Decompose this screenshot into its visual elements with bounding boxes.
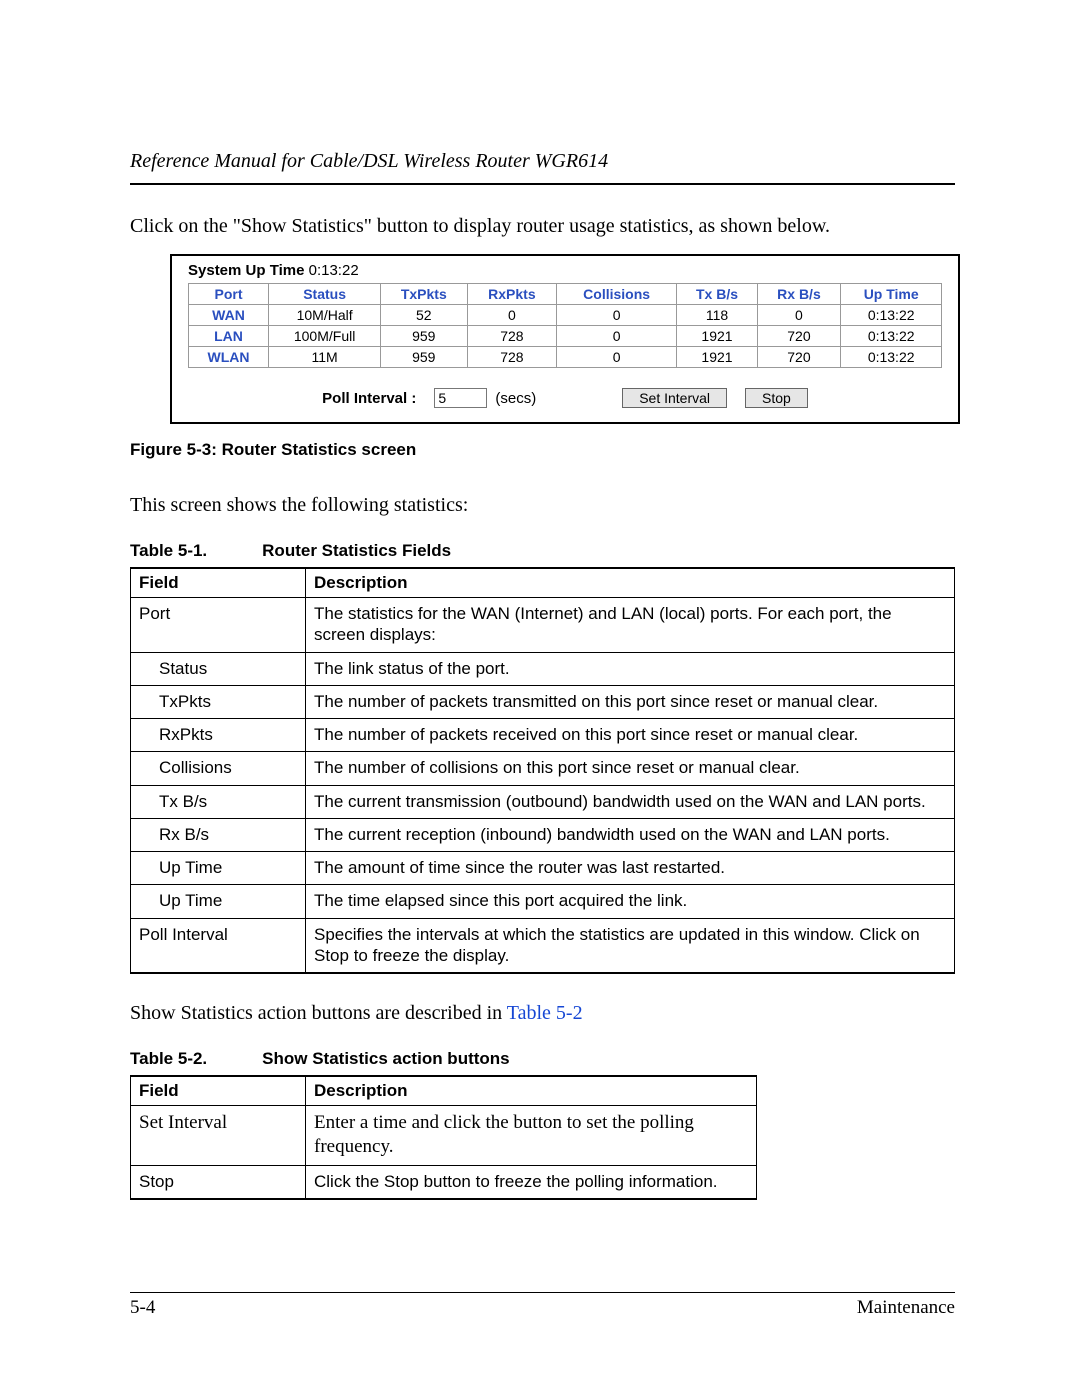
- table-5-1-caption: Table 5-1.Router Statistics Fields: [130, 541, 955, 561]
- desc-cell: The current transmission (outbound) band…: [306, 785, 955, 818]
- col-uptime: Up Time: [841, 284, 942, 305]
- desc-cell: The current reception (inbound) bandwidt…: [306, 818, 955, 851]
- set-interval-button[interactable]: Set Interval: [622, 388, 727, 408]
- table-row: CollisionsThe number of collisions on th…: [131, 752, 955, 785]
- table-row: Set IntervalEnter a time and click the b…: [131, 1106, 757, 1166]
- field-cell: Tx B/s: [131, 785, 306, 818]
- cell-collisions: 0: [557, 347, 677, 368]
- t1-head-desc: Description: [306, 568, 955, 598]
- stats-row: WLAN11M959728019217200:13:22: [188, 347, 942, 368]
- desc-cell: Click the Stop button to freeze the poll…: [306, 1165, 757, 1199]
- paragraph-2: This screen shows the following statisti…: [130, 492, 955, 519]
- cell-port: WLAN: [188, 347, 269, 368]
- stats-row: WAN10M/Half520011800:13:22: [188, 305, 942, 326]
- cell-txbs: 118: [677, 305, 758, 326]
- paragraph-3: Show Statistics action buttons are descr…: [130, 1000, 955, 1027]
- desc-cell: Specifies the intervals at which the sta…: [306, 918, 955, 973]
- t2-head-desc: Description: [306, 1076, 757, 1106]
- desc-cell: The statistics for the WAN (Internet) an…: [306, 598, 955, 653]
- field-cell: Set Interval: [131, 1106, 306, 1166]
- table-5-2: Field Description Set IntervalEnter a ti…: [130, 1075, 757, 1200]
- table-row: RxPktsThe number of packets received on …: [131, 719, 955, 752]
- cell-rxpkts: 728: [467, 326, 556, 347]
- desc-cell: The number of packets received on this p…: [306, 719, 955, 752]
- cell-status: 10M/Half: [269, 305, 380, 326]
- cell-uptime: 0:13:22: [841, 347, 942, 368]
- desc-cell: The number of packets transmitted on thi…: [306, 685, 955, 718]
- t1-head-field: Field: [131, 568, 306, 598]
- table-5-2-link[interactable]: Table 5-2: [507, 1002, 583, 1024]
- cell-collisions: 0: [557, 305, 677, 326]
- field-cell: Poll Interval: [131, 918, 306, 973]
- field-cell: Status: [131, 652, 306, 685]
- cell-uptime: 0:13:22: [841, 305, 942, 326]
- table-5-2-caption: Table 5-2.Show Statistics action buttons: [130, 1049, 955, 1069]
- page-number: 5-4: [130, 1297, 155, 1319]
- cell-port: WAN: [188, 305, 269, 326]
- stop-button[interactable]: Stop: [745, 388, 808, 408]
- cell-port: LAN: [188, 326, 269, 347]
- table-row: Poll IntervalSpecifies the intervals at …: [131, 918, 955, 973]
- field-cell: Rx B/s: [131, 818, 306, 851]
- running-head: Reference Manual for Cable/DSL Wireless …: [130, 150, 955, 185]
- poll-interval-label: Poll Interval :: [322, 390, 416, 407]
- router-statistics-screenshot: System Up Time 0:13:22 Port Status TxPkt…: [170, 254, 960, 424]
- intro-paragraph: Click on the "Show Statistics" button to…: [130, 213, 955, 240]
- uptime-label: System Up Time: [188, 262, 304, 279]
- poll-controls: Poll Interval : (secs) Set Interval Stop: [176, 388, 954, 408]
- field-cell: Up Time: [131, 852, 306, 885]
- secs-label: (secs): [495, 390, 536, 407]
- cell-uptime: 0:13:22: [841, 326, 942, 347]
- table-row: TxPktsThe number of packets transmitted …: [131, 685, 955, 718]
- table-row: Rx B/sThe current reception (inbound) ba…: [131, 818, 955, 851]
- figure-caption: Figure 5-3: Router Statistics screen: [130, 440, 955, 460]
- table-row: StatusThe link status of the port.: [131, 652, 955, 685]
- field-cell: TxPkts: [131, 685, 306, 718]
- desc-cell: The time elapsed since this port acquire…: [306, 885, 955, 918]
- desc-cell: The link status of the port.: [306, 652, 955, 685]
- cell-status: 11M: [269, 347, 380, 368]
- cell-txpkts: 959: [380, 326, 467, 347]
- stats-table: Port Status TxPkts RxPkts Collisions Tx …: [188, 283, 943, 368]
- col-collisions: Collisions: [557, 284, 677, 305]
- cell-rxpkts: 0: [467, 305, 556, 326]
- cell-rxpkts: 728: [467, 347, 556, 368]
- cell-collisions: 0: [557, 326, 677, 347]
- field-cell: Port: [131, 598, 306, 653]
- cell-txpkts: 52: [380, 305, 467, 326]
- poll-interval-input[interactable]: [434, 388, 487, 408]
- field-cell: Up Time: [131, 885, 306, 918]
- stats-row: LAN100M/Full959728019217200:13:22: [188, 326, 942, 347]
- field-cell: RxPkts: [131, 719, 306, 752]
- col-rxbs: Rx B/s: [757, 284, 840, 305]
- field-cell: Stop: [131, 1165, 306, 1199]
- system-up-time: System Up Time 0:13:22: [176, 262, 954, 283]
- desc-cell: The number of collisions on this port si…: [306, 752, 955, 785]
- col-port: Port: [188, 284, 269, 305]
- col-rxpkts: RxPkts: [467, 284, 556, 305]
- page-footer: 5-4 Maintenance: [130, 1292, 955, 1319]
- table-row: PortThe statistics for the WAN (Internet…: [131, 598, 955, 653]
- cell-rxbs: 0: [757, 305, 840, 326]
- table-row: Tx B/sThe current transmission (outbound…: [131, 785, 955, 818]
- desc-cell: The amount of time since the router was …: [306, 852, 955, 885]
- cell-txbs: 1921: [677, 347, 758, 368]
- section-name: Maintenance: [857, 1297, 955, 1319]
- cell-status: 100M/Full: [269, 326, 380, 347]
- t2-head-field: Field: [131, 1076, 306, 1106]
- col-txbs: Tx B/s: [677, 284, 758, 305]
- cell-rxbs: 720: [757, 347, 840, 368]
- col-txpkts: TxPkts: [380, 284, 467, 305]
- table-row: Up TimeThe time elapsed since this port …: [131, 885, 955, 918]
- table-row: Up TimeThe amount of time since the rout…: [131, 852, 955, 885]
- desc-cell: Enter a time and click the button to set…: [306, 1106, 757, 1166]
- cell-txbs: 1921: [677, 326, 758, 347]
- cell-rxbs: 720: [757, 326, 840, 347]
- table-row: StopClick the Stop button to freeze the …: [131, 1165, 757, 1199]
- col-status: Status: [269, 284, 380, 305]
- table-5-1: Field Description PortThe statistics for…: [130, 567, 955, 974]
- field-cell: Collisions: [131, 752, 306, 785]
- uptime-value: 0:13:22: [309, 262, 359, 279]
- cell-txpkts: 959: [380, 347, 467, 368]
